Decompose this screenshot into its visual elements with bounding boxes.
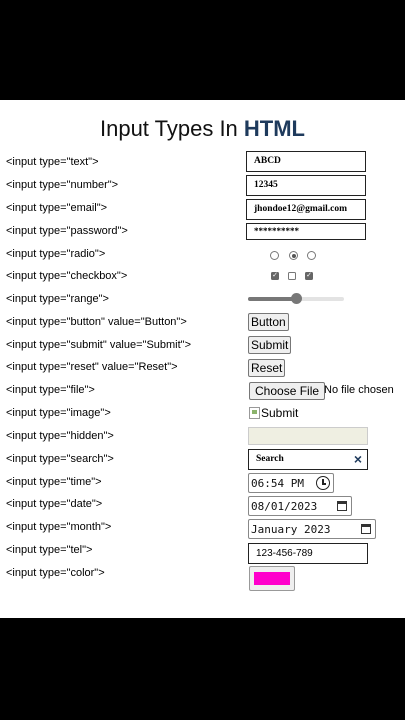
text-input[interactable]: ABCD <box>246 151 366 172</box>
label-image: <input type="image"> <box>6 407 111 419</box>
file-input: Choose File No file chosen <box>249 382 401 400</box>
image-input[interactable]: Submit <box>249 405 319 421</box>
label-reset: <input type="reset" value="Reset"> <box>6 361 178 373</box>
label-button: <input type="button" value="Button"> <box>6 316 187 328</box>
button-input[interactable]: Button <box>248 313 289 331</box>
label-hidden: <input type="hidden"> <box>6 430 114 442</box>
label-file: <input type="file"> <box>6 384 95 396</box>
time-value: 06:54 PM <box>251 477 304 490</box>
tel-input[interactable]: 123-456-789 <box>248 543 368 564</box>
hidden-input-placeholder <box>248 427 368 445</box>
label-range: <input type="range"> <box>6 293 109 305</box>
broken-image-icon <box>249 407 260 419</box>
file-status: No file chosen <box>324 384 394 396</box>
label-submit: <input type="submit" value="Submit"> <box>6 339 192 351</box>
label-month: <input type="month"> <box>6 521 112 533</box>
date-value: 08/01/2023 <box>251 500 318 513</box>
date-input[interactable]: 08/01/2023 <box>248 496 352 516</box>
number-input[interactable]: 12345 <box>246 175 366 196</box>
choose-file-button[interactable]: Choose File <box>249 382 326 400</box>
color-swatch <box>254 572 290 585</box>
radio-option-2[interactable] <box>289 251 298 260</box>
reset-button[interactable]: Reset <box>248 359 286 377</box>
label-color: <input type="color"> <box>6 567 105 579</box>
checkbox-1[interactable]: ✓ <box>271 272 279 280</box>
checkbox-2[interactable] <box>288 272 296 280</box>
range-thumb[interactable] <box>291 293 302 304</box>
time-input[interactable]: 06:54 PM <box>248 473 334 493</box>
email-input[interactable]: jhondoe12@gmail.com <box>246 199 366 220</box>
range-fill <box>248 297 297 301</box>
color-input[interactable] <box>249 566 295 591</box>
calendar-icon[interactable] <box>361 524 371 534</box>
radio-option-3[interactable] <box>307 251 316 260</box>
month-input[interactable]: January 2023 <box>248 519 376 539</box>
label-password: <input type="password"> <box>6 225 128 237</box>
label-number: <input type="number"> <box>6 179 119 191</box>
label-email: <input type="email"> <box>6 202 108 214</box>
submit-button[interactable]: Submit <box>248 336 292 354</box>
clear-search-icon[interactable]: × <box>354 451 362 467</box>
demo-panel: Input Types In HTML <input type="text"> … <box>0 100 405 618</box>
label-checkbox: <input type="checkbox"> <box>6 270 128 282</box>
checkbox-group: ✓ ✓ <box>265 270 325 284</box>
month-value: January 2023 <box>251 523 331 536</box>
clock-icon[interactable] <box>316 476 330 490</box>
label-radio: <input type="radio"> <box>6 248 106 260</box>
label-text: <input type="text"> <box>6 156 99 168</box>
radio-option-1[interactable] <box>270 251 279 260</box>
label-time: <input type="time"> <box>6 476 102 488</box>
page-title: Input Types In HTML <box>99 116 305 141</box>
checkbox-3[interactable]: ✓ <box>305 272 313 280</box>
search-value: Search <box>256 454 284 464</box>
range-slider[interactable] <box>248 293 344 305</box>
image-alt-text: Submit <box>261 406 299 420</box>
label-tel: <input type="tel"> <box>6 544 93 556</box>
label-date: <input type="date"> <box>6 498 103 510</box>
calendar-icon[interactable] <box>337 501 347 511</box>
radio-group <box>265 248 325 262</box>
password-input[interactable]: ********** <box>246 223 366 240</box>
search-input[interactable]: Search × <box>248 449 368 470</box>
label-search: <input type="search"> <box>6 453 114 465</box>
